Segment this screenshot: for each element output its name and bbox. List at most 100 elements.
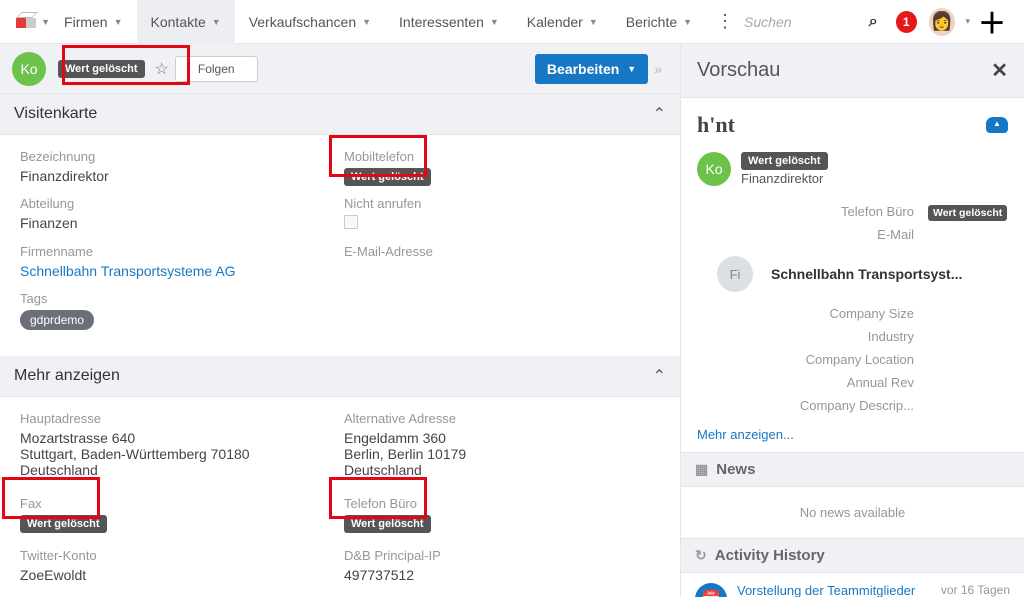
field-label: Firmenname <box>20 244 336 259</box>
caret-down-icon: ▼ <box>683 17 692 27</box>
field-label: E-Mail-Adresse <box>344 244 660 259</box>
close-icon[interactable]: ✕ <box>991 58 1008 83</box>
company-name[interactable]: Schnellbahn Transportsyst... <box>771 266 962 282</box>
panel-title: Visitenkarte <box>14 105 97 123</box>
activity-time: vor 16 Tagen <box>935 583 1010 597</box>
field-label: Industry <box>697 329 928 344</box>
field-label: Bezeichnung <box>20 149 336 164</box>
preview-header: Vorschau ✕ <box>681 44 1024 98</box>
caret-down-icon: ▼ <box>114 17 123 27</box>
name-deleted-badge: Wert gelöscht <box>58 60 145 78</box>
field-label: Twitter-Konto <box>20 548 336 563</box>
address-line: Mozartstrasse 640 <box>20 430 336 446</box>
field-label: Mobiltelefon <box>344 149 660 164</box>
notification-badge[interactable]: 1 <box>896 11 917 33</box>
nav-kalender[interactable]: Kalender▼ <box>513 0 612 44</box>
address-line: Deutschland <box>20 462 336 478</box>
caret-down-icon: ▼ <box>589 17 598 27</box>
field-label: Alternative Adresse <box>344 411 660 426</box>
caret-down-icon: ▼ <box>490 17 499 27</box>
nav-kontakte[interactable]: Kontakte▼ <box>137 0 235 44</box>
field-label: Fax <box>20 496 336 511</box>
follow-button[interactable]: Folgen <box>175 56 258 82</box>
cloud-upload-icon[interactable] <box>986 117 1008 133</box>
edit-button[interactable]: Bearbeiten ▼ <box>535 54 648 84</box>
more-link[interactable]: Mehr anzeigen... <box>681 421 1024 452</box>
field-label: Abteilung <box>20 196 336 211</box>
address-line: Deutschland <box>344 462 660 478</box>
nav-interessenten[interactable]: Interessenten ▼ <box>385 0 513 44</box>
quick-create-icon[interactable]: ＋ <box>970 2 1014 42</box>
app-logo[interactable] <box>16 12 35 32</box>
tag-pill[interactable]: gdprdemo <box>20 310 94 330</box>
search-input[interactable]: Suchen <box>744 14 859 30</box>
preview-title: Vorschau <box>697 59 780 82</box>
nav-label: Berichte <box>626 14 677 30</box>
field-label: Tags <box>20 291 336 306</box>
company-fields: Company Size Industry Company Location A… <box>681 298 1024 421</box>
company-link[interactable]: Schnellbahn Transportsysteme AG <box>20 263 336 279</box>
field-label: Company Location <box>697 352 928 367</box>
deleted-badge: Wert gelöscht <box>928 205 1007 221</box>
preview-role: Finanzdirektor <box>741 171 828 186</box>
field-label: Telefon Büro <box>344 496 660 511</box>
news-icon: ▦ <box>695 461 708 478</box>
hint-logo: h'nt <box>681 98 1024 152</box>
section-title: News <box>716 461 755 478</box>
user-avatar[interactable]: 👩 <box>929 8 956 36</box>
deleted-badge: Wert gelöscht <box>344 515 431 533</box>
caret-down-icon: ▼ <box>212 17 221 27</box>
deleted-badge: Wert gelöscht <box>344 168 431 186</box>
contact-avatar: Ko <box>697 152 731 186</box>
caret-down-icon: ▼ <box>362 17 371 27</box>
news-section-header: ▦ News <box>681 452 1024 487</box>
field-value: Finanzdirektor <box>20 168 336 184</box>
field-label: Company Descrip... <box>697 398 928 413</box>
address-line: Engeldamm 360 <box>344 430 660 446</box>
activity-item[interactable]: 📅 Vorstellung der Teammitglieder ABGESAG… <box>681 573 1024 597</box>
field-label: Company Size <box>697 306 928 321</box>
field-value: 497737512 <box>344 567 660 583</box>
activity-title[interactable]: Vorstellung der Teammitglieder <box>737 583 935 597</box>
contact-avatar: Ko <box>12 52 46 86</box>
preview-contact-row: Ko Wert gelöscht Finanzdirektor <box>681 152 1024 196</box>
nav-label: Firmen <box>64 14 108 30</box>
collapse-icon[interactable]: ⌃ <box>653 366 666 386</box>
preview-fields: Telefon BüroWert gelöscht E-Mail <box>681 196 1024 250</box>
field-label: E-Mail <box>697 227 928 242</box>
section-title: Activity History <box>715 547 825 564</box>
nav-label: Interessenten <box>399 14 484 30</box>
preview-panel: Vorschau ✕ h'nt Ko Wert gelöscht Finanzd… <box>680 44 1024 597</box>
nav-verkaufschancen[interactable]: Verkaufschancen ▼ <box>235 0 385 44</box>
nav-label: Verkaufschancen <box>249 14 356 30</box>
history-icon: ↻ <box>695 547 707 564</box>
nav-firmen[interactable]: Firmen ▼ <box>50 0 136 44</box>
favorite-star-icon[interactable]: ☆ <box>155 59 169 79</box>
field-label: Annual Rev <box>697 375 928 390</box>
news-empty: No news available <box>681 487 1024 538</box>
record-header: Ko Wert gelöscht ☆ Folgen Bearbeiten ▼ » <box>0 44 680 94</box>
panel-header-more[interactable]: Mehr anzeigen ⌃ <box>0 356 680 397</box>
company-avatar: Fi <box>717 256 753 292</box>
logo-caret-icon[interactable]: ▼ <box>41 17 50 27</box>
nav-more-icon[interactable]: ⋮ <box>706 11 744 32</box>
collapse-icon[interactable]: ⌃ <box>653 104 666 124</box>
panel-header-card[interactable]: Visitenkarte ⌃ <box>0 94 680 135</box>
field-label: Telefon Büro <box>697 204 928 219</box>
field-value: ZoeEwoldt <box>20 567 336 583</box>
search-icon[interactable]: ⌕ <box>859 13 888 31</box>
deleted-badge: Wert gelöscht <box>20 515 107 533</box>
edit-label: Bearbeiten <box>547 61 619 77</box>
caret-down-icon: ▼ <box>627 64 636 74</box>
field-label: Nicht anrufen <box>344 196 660 211</box>
nav-berichte[interactable]: Berichte ▼ <box>612 0 706 44</box>
hint-brand-text: h'nt <box>697 112 735 138</box>
address-line: Berlin, Berlin 10179 <box>344 446 660 462</box>
deleted-badge: Wert gelöscht <box>741 152 828 170</box>
checkbox-unchecked[interactable] <box>344 215 358 229</box>
panel-title: Mehr anzeigen <box>14 367 120 385</box>
calendar-icon: 📅 <box>695 583 727 597</box>
chevron-right-icon[interactable]: » <box>648 61 668 77</box>
top-nav: ▼ Firmen ▼ Kontakte▼ Verkaufschancen ▼ Int… <box>0 0 1024 44</box>
field-label: D&B Principal-IP <box>344 548 660 563</box>
